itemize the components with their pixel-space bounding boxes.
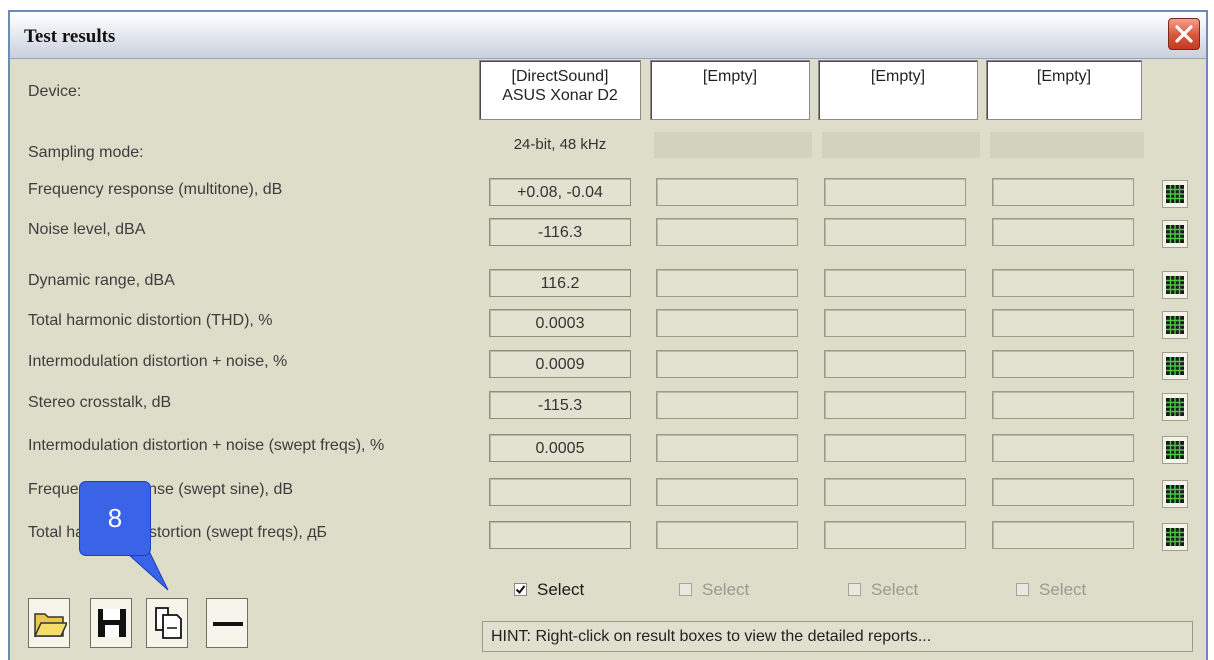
callout-arrow: [126, 552, 169, 591]
callout-badge: 8: [80, 482, 150, 555]
